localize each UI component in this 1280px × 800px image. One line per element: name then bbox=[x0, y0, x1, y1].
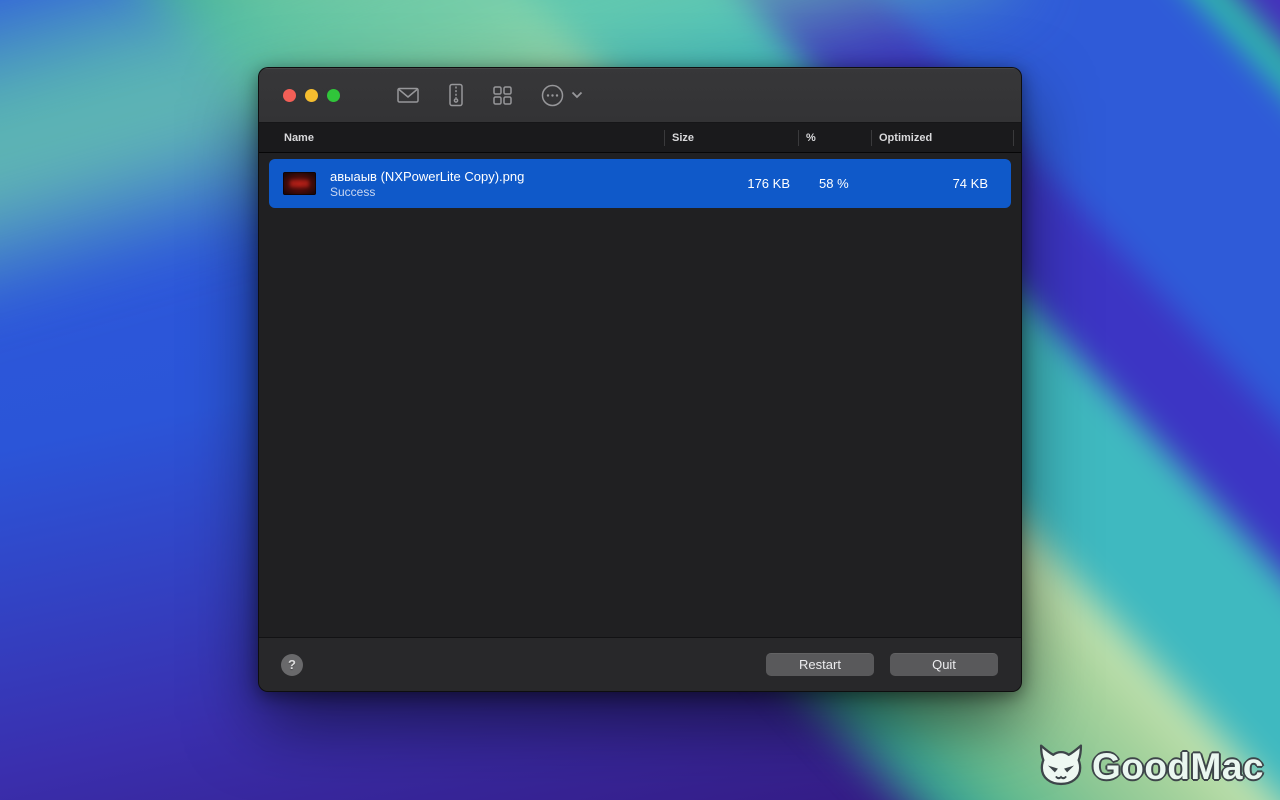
column-header-spacer bbox=[1013, 129, 1021, 146]
more-icon bbox=[540, 83, 565, 108]
file-size: 176 KB bbox=[747, 176, 790, 191]
column-header-optimized[interactable]: Optimized bbox=[871, 129, 1013, 146]
more-menu[interactable] bbox=[540, 83, 583, 108]
mail-icon[interactable] bbox=[396, 84, 420, 106]
file-list[interactable]: авыаыв (NXPowerLite Copy).png Success 17… bbox=[259, 153, 1021, 637]
toolbar bbox=[396, 83, 583, 108]
column-header-percent[interactable]: % bbox=[798, 129, 871, 146]
restart-button[interactable]: Restart bbox=[766, 653, 874, 676]
grid-icon[interactable] bbox=[492, 85, 513, 106]
close-button[interactable] bbox=[283, 88, 296, 102]
minimize-button[interactable] bbox=[305, 88, 318, 102]
titlebar[interactable] bbox=[259, 68, 1021, 123]
table-header: Name Size % Optimized bbox=[259, 123, 1021, 153]
column-header-size[interactable]: Size bbox=[664, 129, 798, 146]
quit-button[interactable]: Quit bbox=[890, 653, 998, 676]
file-percent: 58 % bbox=[819, 176, 849, 191]
cat-icon bbox=[1036, 741, 1086, 792]
archive-icon[interactable] bbox=[447, 83, 465, 107]
brand-text: GoodMac bbox=[1091, 745, 1264, 787]
footer-bar: ? Restart Quit bbox=[259, 637, 1021, 691]
file-optimized-size: 74 KB bbox=[952, 176, 988, 191]
file-name-cell: авыаыв (NXPowerLite Copy).png Success bbox=[269, 169, 664, 199]
goodmac-logo: GoodMac bbox=[1036, 741, 1264, 792]
help-button[interactable]: ? bbox=[281, 653, 303, 676]
traffic-lights bbox=[283, 88, 340, 102]
file-thumbnail bbox=[283, 172, 316, 195]
table-row[interactable]: авыаыв (NXPowerLite Copy).png Success 17… bbox=[269, 159, 1011, 208]
chevron-down-icon bbox=[571, 91, 583, 99]
file-name: авыаыв (NXPowerLite Copy).png bbox=[330, 168, 525, 184]
zoom-button[interactable] bbox=[327, 88, 340, 102]
status-text: Success bbox=[330, 184, 376, 199]
app-window: Name Size % Optimized авыаыв (NXPowerLit… bbox=[258, 67, 1022, 692]
column-header-name[interactable]: Name bbox=[259, 130, 664, 146]
